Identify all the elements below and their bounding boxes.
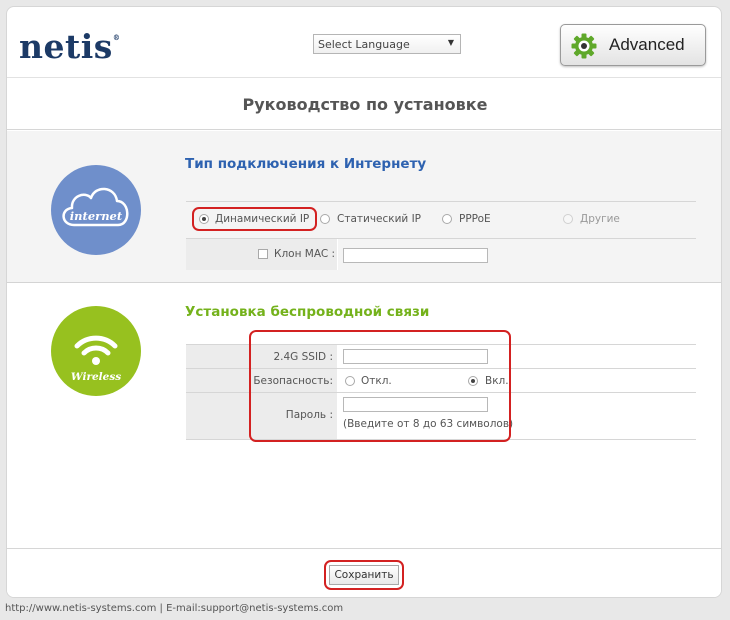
internet-icon-label: internet — [70, 209, 123, 223]
header: netis® Select Language ▼ Advanced — [7, 7, 721, 77]
wireless-icon-label: Wireless — [71, 371, 121, 383]
radio-other[interactable] — [563, 214, 573, 224]
highlight-wireless-fields — [249, 330, 511, 442]
radio-static-ip-label[interactable]: Статический IP — [337, 213, 421, 225]
clone-mac-input[interactable] — [343, 248, 488, 263]
page-title: Руководство по установке — [242, 95, 488, 114]
footer-contact: http://www.netis-systems.com | E-mail:su… — [5, 603, 344, 614]
clone-mac-label: Клон MAC : — [274, 248, 336, 260]
clone-mac-label-cell: Клон MAC : — [186, 239, 338, 270]
dropdown-arrow-icon: ▼ — [447, 38, 454, 47]
advanced-button-label: Advanced — [609, 35, 685, 54]
radio-other-label[interactable]: Другие — [580, 213, 620, 225]
save-bar: Сохранить — [7, 548, 721, 597]
wireless-section: Wireless Установка беспроводной связи 2.… — [7, 284, 721, 548]
language-select[interactable]: Select Language ▼ — [313, 34, 461, 54]
setup-card: netis® Select Language ▼ Advanced Руково… — [6, 6, 722, 598]
connection-type-title: Тип подключения к Интернету — [185, 156, 427, 172]
clone-mac-row: Клон MAC : — [186, 238, 696, 270]
wireless-icon: Wireless — [51, 306, 141, 396]
advanced-button[interactable]: Advanced — [560, 24, 706, 66]
clone-mac-checkbox[interactable] — [258, 249, 268, 259]
highlight-save-button — [324, 560, 404, 590]
radio-pppoe-label[interactable]: PPPoE — [459, 213, 491, 225]
highlight-dynamic-ip — [192, 207, 317, 231]
gear-icon — [571, 33, 597, 59]
wireless-setup-title: Установка беспроводной связи — [185, 304, 430, 320]
title-bar: Руководство по установке — [7, 77, 721, 130]
radio-static-ip[interactable] — [320, 214, 330, 224]
language-select-value: Select Language — [318, 38, 410, 51]
internet-cloud-icon: internet — [51, 165, 141, 255]
netis-logo: netis® — [19, 27, 121, 66]
radio-pppoe[interactable] — [442, 214, 452, 224]
internet-section: internet Тип подключения к Интернету Дин… — [7, 131, 721, 283]
